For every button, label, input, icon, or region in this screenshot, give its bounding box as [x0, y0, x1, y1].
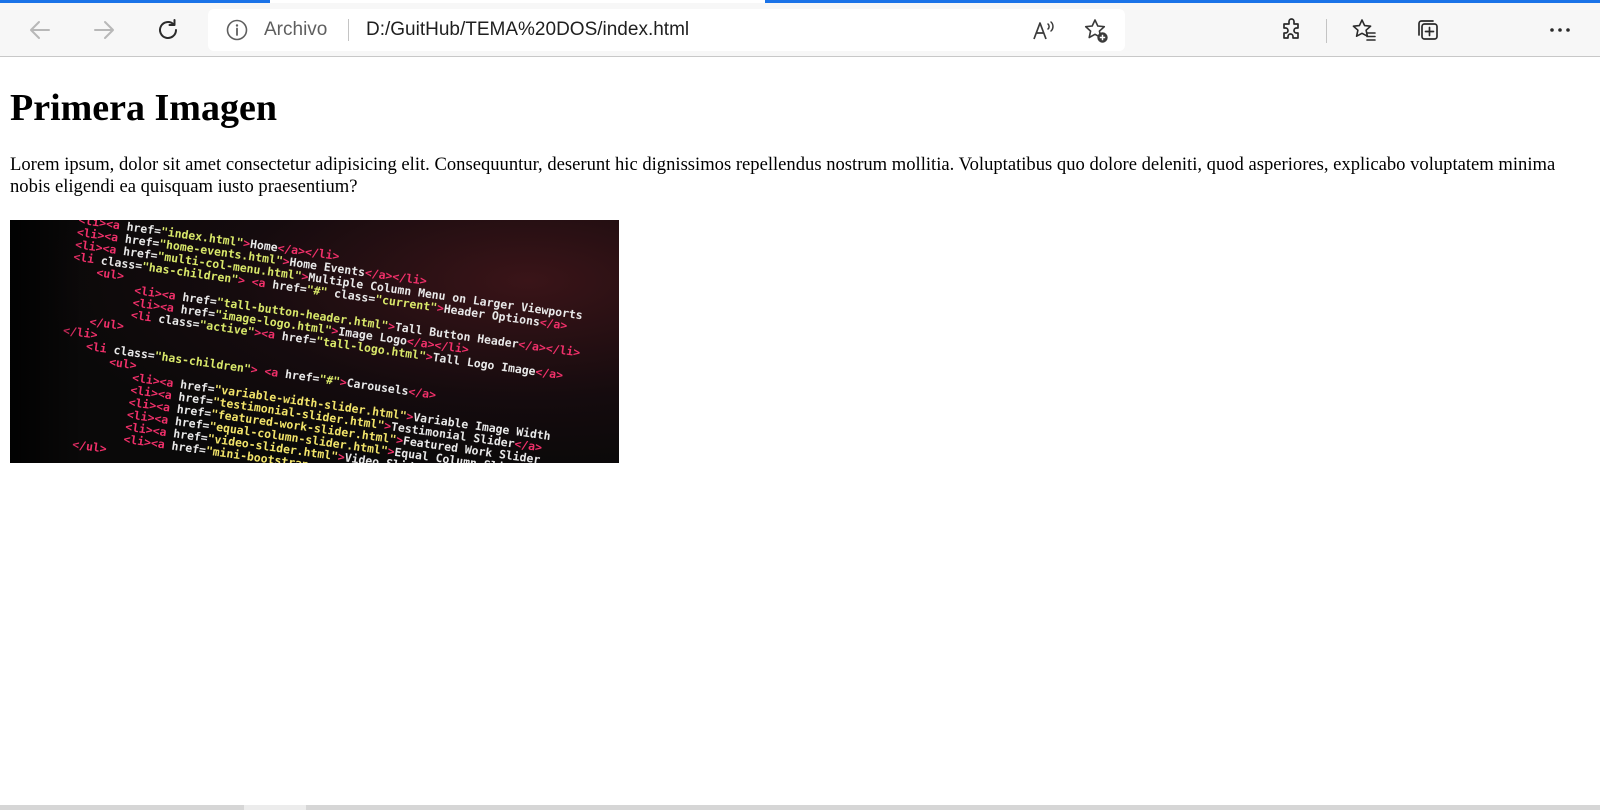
star-add-icon[interactable]: [1082, 17, 1110, 45]
read-aloud-icon[interactable]: [1030, 17, 1058, 45]
code-lines: <li><a href="index.html">Home</a></li><l…: [10, 220, 619, 463]
page-title: Primera Imagen: [10, 87, 277, 129]
more-icon: [1547, 17, 1573, 43]
back-button[interactable]: [20, 11, 60, 49]
forward-button[interactable]: [84, 11, 124, 49]
toolbar-separator: [1326, 19, 1327, 43]
collections-button[interactable]: [1408, 11, 1448, 49]
arrow-right-icon: [91, 17, 117, 43]
url-text[interactable]: D:/GuitHub/TEMA%20DOS/index.html: [366, 19, 689, 41]
page-content: Primera Imagen Lorem ipsum, dolor sit am…: [10, 58, 1590, 463]
extensions-button[interactable]: [1272, 11, 1312, 49]
favorites-icon: [1351, 17, 1377, 43]
code-screenshot-image: <li><a href="index.html">Home</a></li><l…: [10, 220, 619, 463]
arrow-left-icon: [27, 17, 53, 43]
refresh-icon: [155, 17, 181, 43]
address-divider: [348, 19, 349, 41]
puzzle-icon: [1279, 17, 1305, 43]
info-icon[interactable]: [226, 19, 248, 41]
collections-icon: [1415, 17, 1441, 43]
address-bar[interactable]: Archivo D:/GuitHub/TEMA%20DOS/index.html: [208, 9, 1125, 51]
more-button[interactable]: [1540, 11, 1580, 49]
browser-toolbar: Archivo D:/GuitHub/TEMA%20DOS/index.html: [0, 3, 1600, 57]
site-info-label[interactable]: Archivo: [264, 19, 327, 41]
favorites-button[interactable]: [1344, 11, 1384, 49]
page-paragraph: Lorem ipsum, dolor sit amet consectetur …: [10, 154, 1556, 197]
horizontal-scrollbar[interactable]: [0, 805, 1600, 810]
refresh-button[interactable]: [148, 11, 188, 49]
scrollbar-thumb[interactable]: [244, 805, 306, 810]
